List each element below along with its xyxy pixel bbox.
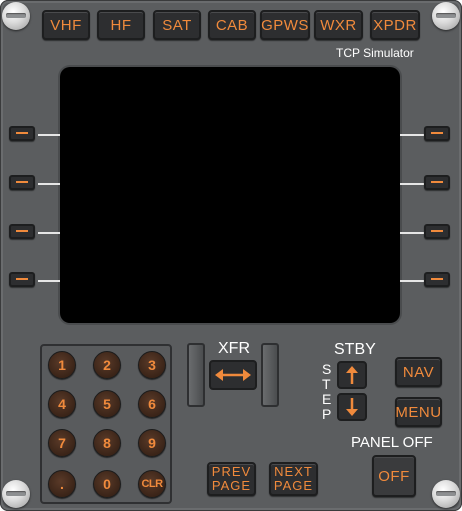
tab-sat[interactable]: SAT [153,10,201,40]
tab-cab[interactable]: CAB [208,10,256,40]
brand-label: TCP Simulator [336,46,414,60]
key-9[interactable]: 9 [138,429,166,457]
left-right-arrow-icon [215,369,251,381]
key-decimal[interactable]: . [48,470,76,498]
lsk-right-2[interactable] [424,175,450,190]
lsk-left-1-line [38,134,60,136]
screw-top-left-icon [2,2,30,30]
key-7[interactable]: 7 [48,429,76,457]
step-label-text: STEP [322,361,332,422]
xfr-label: XFR [218,340,250,357]
prev-page-line1: PREV [211,464,252,479]
lsk-left-3-line [38,232,60,234]
tab-xpdr[interactable]: XPDR [370,10,420,40]
key-1[interactable]: 1 [48,351,76,379]
step-up-button[interactable] [337,361,367,389]
screw-bottom-left-icon [2,480,30,508]
key-3[interactable]: 3 [138,351,166,379]
next-page-button[interactable]: NEXT PAGE [269,462,318,496]
off-button[interactable]: OFF [372,455,416,497]
nav-button[interactable]: NAV [395,357,442,387]
step-down-button[interactable] [337,393,367,421]
control-panel: VHF HF SAT CAB GPWS WXR XPDR TCP Simulat… [0,0,462,511]
down-arrow-icon [346,398,358,416]
lsk-right-1-line [400,134,424,136]
display-screen [60,67,400,323]
prev-page-button[interactable]: PREV PAGE [207,462,256,496]
tab-hf[interactable]: HF [97,10,145,40]
lsk-right-4-line [400,280,424,282]
xfr-button[interactable] [209,360,257,390]
lsk-left-2[interactable] [9,175,35,190]
menu-button[interactable]: MENU [395,397,442,427]
step-label: STEP [322,362,332,422]
lsk-left-3[interactable] [9,224,35,239]
numeric-keypad: 1 2 3 4 5 6 7 8 9 . 0 CLR [40,344,172,504]
screw-top-right-icon [432,2,460,30]
next-page-line2: PAGE [273,478,314,493]
key-5[interactable]: 5 [93,390,121,418]
panel-off-label: PANEL OFF [351,434,433,451]
key-clr[interactable]: CLR [138,470,166,498]
tab-gpws[interactable]: GPWS [260,10,310,40]
lsk-right-1[interactable] [424,126,450,141]
up-arrow-icon [346,366,358,384]
tab-wxr[interactable]: WXR [314,10,363,40]
lsk-right-3[interactable] [424,224,450,239]
lsk-left-4[interactable] [9,272,35,287]
lsk-right-2-line [400,183,424,185]
key-2[interactable]: 2 [93,351,121,379]
stby-label: STBY [334,341,376,358]
lsk-right-4[interactable] [424,272,450,287]
lsk-left-2-line [38,183,60,185]
next-page-line1: NEXT [274,464,313,479]
xfr-left-bracket [187,343,205,407]
key-6[interactable]: 6 [138,390,166,418]
key-4[interactable]: 4 [48,390,76,418]
tab-vhf[interactable]: VHF [42,10,90,40]
lsk-right-3-line [400,232,424,234]
screw-bottom-right-icon [432,480,460,508]
key-8[interactable]: 8 [93,429,121,457]
key-0[interactable]: 0 [93,470,121,498]
prev-page-line2: PAGE [211,478,252,493]
xfr-right-bracket [261,343,279,407]
lsk-left-1[interactable] [9,126,35,141]
lsk-left-4-line [38,280,60,282]
